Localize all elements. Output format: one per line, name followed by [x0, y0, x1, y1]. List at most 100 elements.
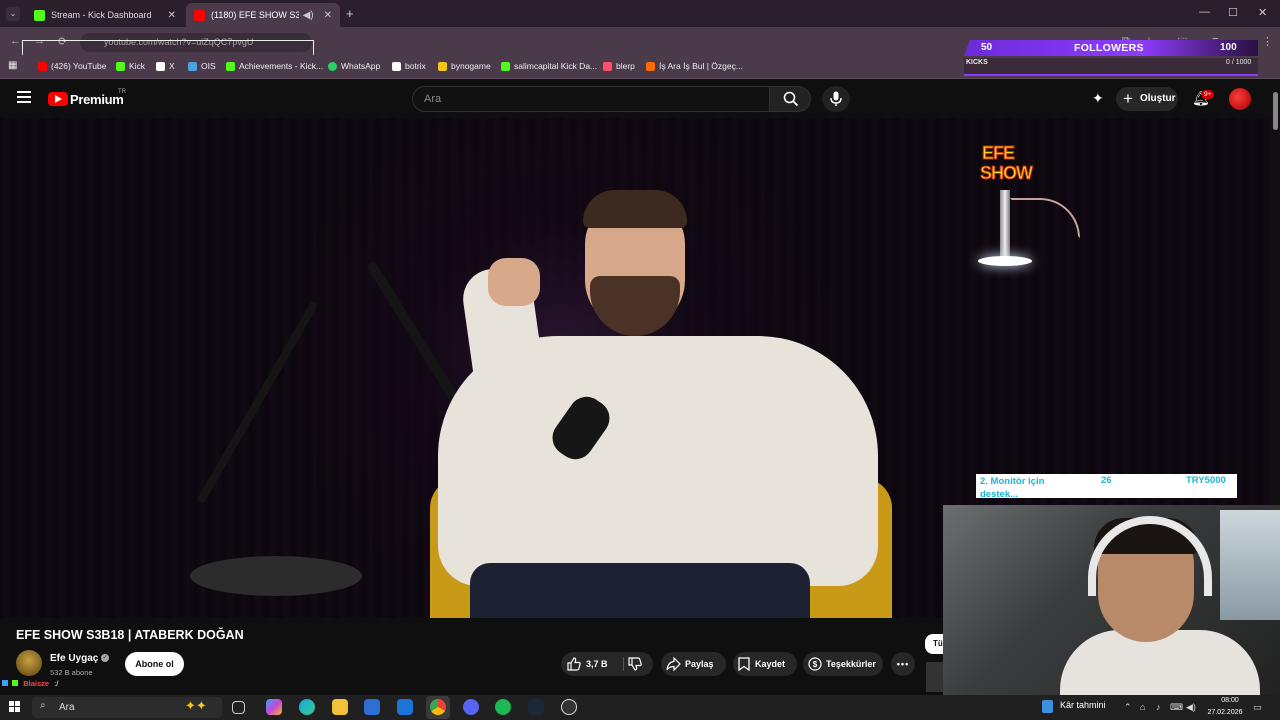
- more-actions-button[interactable]: •••: [891, 652, 915, 676]
- search-icon: ⌕: [40, 700, 46, 711]
- side-table: [190, 556, 362, 596]
- like-count[interactable]: 3,7 B: [586, 652, 608, 676]
- weather-icon: [1042, 700, 1053, 713]
- bookmark-whatsapp[interactable]: WhatsApp: [328, 61, 380, 71]
- edge-icon[interactable]: [299, 699, 315, 715]
- file-explorer-icon[interactable]: [332, 699, 348, 715]
- streamer-shirt: [1060, 630, 1260, 700]
- bookmark-label: salimcapital Kick Da...: [514, 61, 598, 71]
- voice-search-button[interactable]: [822, 86, 850, 112]
- bookmark-salimcapital[interactable]: salimcapital Kick Da...: [501, 61, 597, 71]
- x-icon: [156, 61, 165, 71]
- tray-microphone-icon[interactable]: ♪: [1156, 702, 1161, 712]
- tray-chevron-up-icon[interactable]: ⌃: [1124, 702, 1132, 713]
- account-avatar[interactable]: [1229, 88, 1251, 110]
- search-icon: [783, 91, 799, 107]
- bookmark-blerp[interactable]: blerp: [603, 61, 635, 71]
- bookmark-label: X: [169, 61, 175, 71]
- donation-amount: TRY5000: [1186, 475, 1226, 486]
- back-arrow-icon[interactable]: ←: [10, 35, 21, 47]
- chat-message: Blaisze :/: [0, 678, 318, 690]
- maximize-button[interactable]: ☐: [1228, 6, 1238, 19]
- microphone-icon: [830, 91, 842, 106]
- bookmark-bynogame[interactable]: bynogame: [438, 61, 491, 71]
- spotify-icon[interactable]: [495, 699, 511, 715]
- kick-icon: [501, 61, 510, 71]
- host-hair: [583, 190, 687, 228]
- chrome-icon[interactable]: [430, 699, 446, 715]
- scrollbar-thumb[interactable]: [1273, 92, 1278, 130]
- efe-show-logo-line1: EFE: [981, 143, 1015, 163]
- task-view-icon[interactable]: [232, 701, 245, 714]
- close-tab-icon[interactable]: ✕: [324, 10, 332, 21]
- is-ara-icon: [646, 61, 655, 71]
- channel-name[interactable]: Efe Uygaç: [50, 653, 98, 664]
- youtube-logo-icon[interactable]: [48, 92, 68, 106]
- discord-icon[interactable]: [463, 699, 479, 715]
- windows-start-icon[interactable]: [9, 701, 21, 713]
- bookmark-is-ara[interactable]: İş Ara İş Bul | Özgeç...: [646, 61, 743, 71]
- whatsapp-icon: [328, 61, 337, 71]
- bookmark-ois[interactable]: OIS: [188, 61, 216, 71]
- microsoft-store-icon[interactable]: [364, 699, 380, 715]
- speaker-icon[interactable]: ◀): [303, 10, 314, 21]
- bookmark-label: Achievements - Kick...: [239, 61, 324, 71]
- followers-current: 50: [981, 42, 993, 53]
- steam-icon[interactable]: [528, 699, 544, 715]
- save-button[interactable]: Kaydet: [733, 652, 797, 676]
- apps-grid-icon[interactable]: ▦: [8, 60, 17, 71]
- tray-app-icon[interactable]: ⌂: [1140, 702, 1145, 712]
- channel-avatar[interactable]: [16, 650, 42, 676]
- clock-time[interactable]: 08:00: [1214, 697, 1246, 704]
- botrix-icon: [392, 61, 401, 71]
- minimize-button[interactable]: —: [1199, 6, 1210, 18]
- youtube-premium-logo[interactable]: Premium: [70, 92, 124, 107]
- bookmark-label: blerp: [616, 61, 635, 71]
- network-icon[interactable]: ⌨: [1170, 702, 1183, 713]
- close-tab-icon[interactable]: ✕: [168, 10, 176, 21]
- webcam-window-light: [1220, 510, 1280, 620]
- kick-extension-icon[interactable]: ✦: [1092, 90, 1104, 107]
- kebab-menu-icon[interactable]: ⋮: [1262, 35, 1273, 48]
- chat-badge-icon: [12, 680, 19, 686]
- bookmark-label: İş Ara İş Bul | Özgeç...: [659, 61, 743, 71]
- obs-icon[interactable]: [561, 699, 577, 715]
- tab-youtube-video[interactable]: (1180) EFE SHOW S3B18 | A ◀) ✕: [186, 3, 340, 27]
- bookmark-label: botrix: [405, 61, 426, 71]
- weather-text[interactable]: Kâr tahmini: [1060, 700, 1106, 710]
- bookmark-botrix[interactable]: botrix: [392, 61, 426, 71]
- bookmark-x[interactable]: X: [156, 61, 175, 71]
- recommended-thumbnail[interactable]: [926, 662, 943, 692]
- tab-search-dropdown-icon[interactable]: ⌄: [6, 7, 20, 21]
- tab-kick-dashboard[interactable]: Stream - Kick Dashboard ✕: [26, 3, 184, 27]
- bookmark-achievements[interactable]: Achievements - Kick...: [226, 61, 323, 71]
- search-input[interactable]: Ara: [412, 86, 770, 112]
- plus-icon: +: [1123, 89, 1133, 108]
- region-code: TR: [118, 89, 126, 95]
- notification-center-icon[interactable]: ▭: [1253, 702, 1262, 713]
- video-title: EFE SHOW S3B18 | ATABERK DOĞAN: [16, 628, 244, 642]
- thanks-button[interactable]: $ Teşekkürler: [803, 652, 883, 676]
- host-fist: [488, 258, 540, 306]
- bookmark-kick[interactable]: Kick: [116, 61, 145, 71]
- thanks-label: Teşekkürler: [826, 659, 876, 669]
- filter-chip-all[interactable]: Tü: [925, 634, 943, 654]
- lamp-light: [978, 256, 1032, 266]
- new-tab-button[interactable]: +: [346, 6, 354, 21]
- mail-icon[interactable]: [397, 699, 413, 715]
- youtube-icon: [38, 61, 47, 71]
- thumbs-up-icon[interactable]: [567, 657, 581, 671]
- copilot-icon[interactable]: [266, 699, 282, 715]
- volume-icon[interactable]: ◀): [1186, 702, 1196, 713]
- notifications-badge: 9+: [1201, 90, 1215, 99]
- clock-date[interactable]: 27.02.2026: [1204, 709, 1246, 716]
- hamburger-menu-icon[interactable]: [17, 91, 31, 103]
- close-window-button[interactable]: ✕: [1258, 6, 1267, 19]
- bookmark-youtube[interactable]: (426) YouTube: [38, 61, 106, 71]
- thumbs-down-icon[interactable]: [628, 657, 642, 671]
- search-button[interactable]: [769, 86, 811, 112]
- verified-check-icon: ✓: [101, 654, 109, 662]
- copilot-sparkle-icon[interactable]: ✦✦: [185, 698, 207, 714]
- share-button[interactable]: Paylaş: [661, 652, 726, 676]
- subscribe-button[interactable]: Abone ol: [125, 652, 184, 676]
